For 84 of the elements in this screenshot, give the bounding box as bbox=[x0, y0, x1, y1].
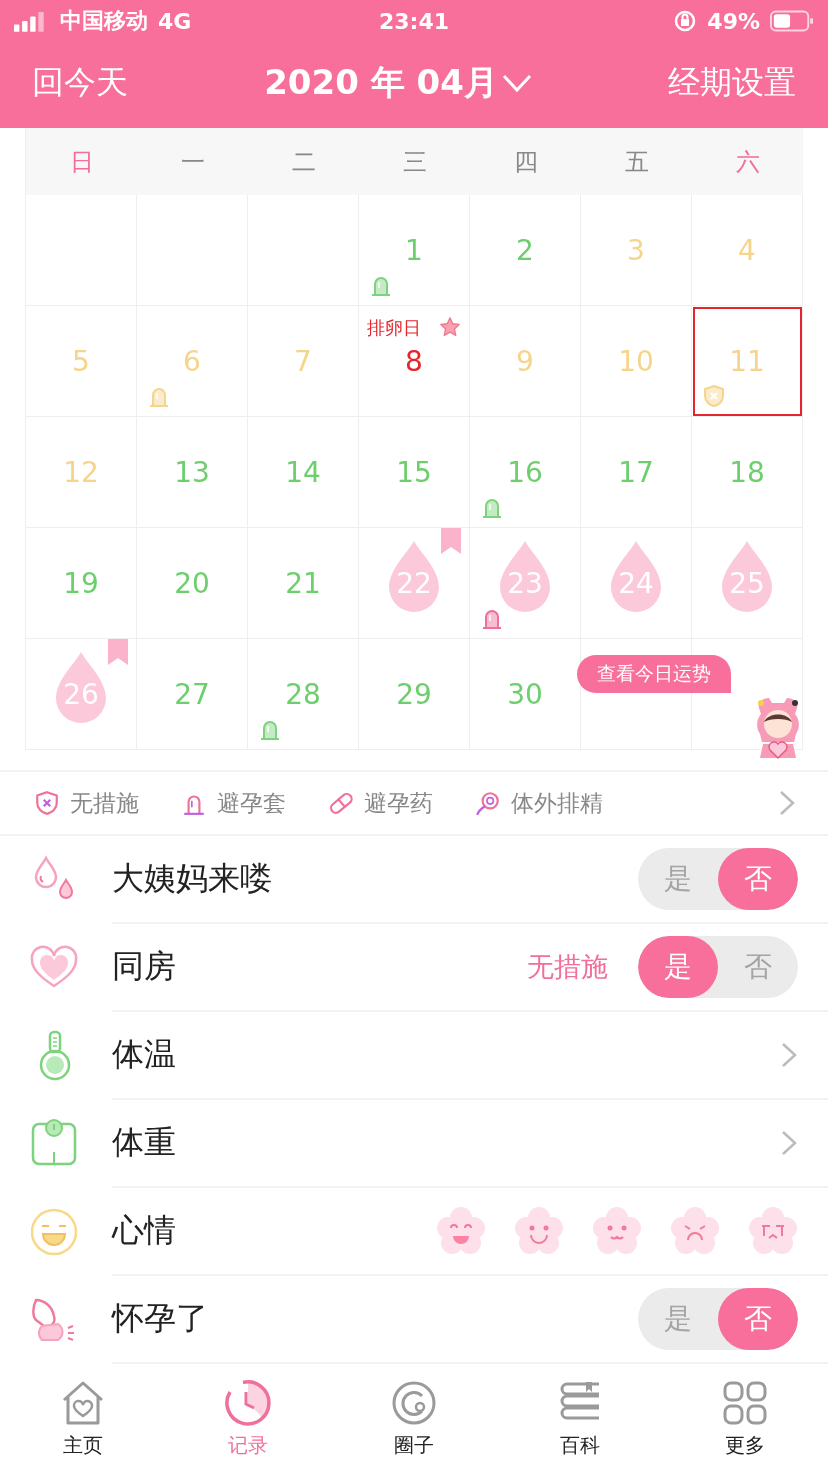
weekday-label: 三 bbox=[401, 146, 428, 178]
star-icon bbox=[439, 316, 461, 338]
legend-label: 体外排精 bbox=[511, 788, 603, 818]
day-number[interactable]: 30 bbox=[507, 677, 543, 711]
record-label: 大姨妈来喽 bbox=[112, 858, 272, 899]
mood-face-icon[interactable] bbox=[748, 1206, 798, 1256]
weekday-label: 日 bbox=[68, 146, 95, 178]
sperm-icon bbox=[475, 790, 501, 816]
day-number[interactable]: 18 bbox=[729, 455, 765, 489]
tab-item[interactable]: 圈子 bbox=[331, 1364, 497, 1472]
day-number[interactable]: 1 bbox=[405, 233, 423, 267]
record-label: 怀孕了 bbox=[112, 1298, 208, 1339]
record-label: 体温 bbox=[112, 1034, 176, 1075]
battery-percent: 49% bbox=[707, 8, 760, 34]
legend-label: 避孕药 bbox=[364, 788, 433, 818]
day-number[interactable]: 12 bbox=[63, 455, 99, 489]
period-settings-link[interactable]: 经期设置 bbox=[668, 61, 796, 105]
day-number[interactable]: 13 bbox=[174, 455, 210, 489]
day-number[interactable]: 3 bbox=[627, 233, 645, 267]
day-number[interactable]: 9 bbox=[516, 344, 534, 378]
day-number[interactable]: 4 bbox=[738, 233, 756, 267]
tab-item[interactable]: 更多 bbox=[662, 1364, 828, 1472]
day-number[interactable]: 21 bbox=[285, 566, 321, 600]
day-number[interactable]: 28 bbox=[285, 677, 321, 711]
today-link[interactable]: 回今天 bbox=[32, 61, 128, 105]
chevron-right-icon[interactable] bbox=[780, 1041, 798, 1069]
yes-no-toggle[interactable]: 是 否 bbox=[638, 936, 798, 998]
battery-icon bbox=[770, 9, 814, 33]
toggle-option[interactable]: 是 bbox=[638, 848, 718, 910]
day-number[interactable]: 27 bbox=[174, 677, 210, 711]
day-number[interactable]: 5 bbox=[72, 344, 90, 378]
carrier-name: 中国移动 bbox=[60, 7, 148, 35]
weekday-label: 四 bbox=[512, 146, 539, 178]
yes-no-toggle[interactable]: 是 否 bbox=[638, 848, 798, 910]
chevron-right-icon[interactable] bbox=[780, 1129, 798, 1157]
network-type: 4G bbox=[158, 8, 192, 34]
month-picker[interactable]: 2020 年 04月 bbox=[264, 60, 532, 106]
clock-icon bbox=[223, 1377, 274, 1428]
day-number[interactable]: 17 bbox=[618, 455, 654, 489]
rotation-lock-icon bbox=[673, 9, 698, 33]
day-number[interactable]: 19 bbox=[63, 566, 99, 600]
toggle-option[interactable]: 是 bbox=[638, 936, 718, 998]
toggle-option[interactable]: 否 bbox=[718, 1288, 798, 1350]
day-number[interactable]: 15 bbox=[396, 455, 432, 489]
yes-no-toggle[interactable]: 是 否 bbox=[638, 1288, 798, 1350]
day-number[interactable]: 14 bbox=[285, 455, 321, 489]
pill-icon bbox=[328, 790, 354, 816]
toggle-option[interactable]: 否 bbox=[718, 936, 798, 998]
day-number[interactable]: 16 bbox=[507, 455, 543, 489]
mood-face-icon[interactable] bbox=[514, 1206, 564, 1256]
toggle-option[interactable]: 否 bbox=[718, 848, 798, 910]
day-number[interactable]: 6 bbox=[183, 344, 201, 378]
weekday-label: 二 bbox=[290, 146, 317, 178]
chevron-down-icon bbox=[501, 73, 532, 93]
status-time: 23:41 bbox=[379, 8, 449, 34]
day-number[interactable]: 8 bbox=[405, 344, 423, 378]
tab-item[interactable]: 记录 bbox=[165, 1364, 332, 1472]
day-number[interactable]: 10 bbox=[618, 344, 654, 378]
record-label: 体重 bbox=[112, 1122, 176, 1163]
day-number[interactable]: 20 bbox=[174, 566, 210, 600]
mood-face-icon[interactable] bbox=[436, 1206, 486, 1256]
selected-day-cell[interactable]: 11 bbox=[692, 306, 803, 417]
day-number[interactable]: 29 bbox=[396, 677, 432, 711]
tab-item[interactable]: 主页 bbox=[0, 1364, 166, 1472]
day-number[interactable]: 7 bbox=[294, 344, 312, 378]
weekday-label: 六 bbox=[734, 146, 761, 178]
legend-label: 避孕套 bbox=[217, 788, 286, 818]
weekday-label: 一 bbox=[179, 146, 206, 178]
record-label: 同房 bbox=[112, 946, 176, 987]
toggle-option[interactable]: 是 bbox=[638, 1288, 718, 1350]
record-label: 心情 bbox=[112, 1210, 176, 1251]
day-number[interactable]: 2 bbox=[516, 233, 534, 267]
ovulation-label: 排卵日 bbox=[367, 316, 421, 340]
mood-face-icon[interactable] bbox=[670, 1206, 720, 1256]
legend-label: 无措施 bbox=[70, 788, 139, 818]
fortune-button[interactable]: 查看今日运势 bbox=[577, 655, 731, 693]
contraception-note: 无措施 bbox=[527, 950, 608, 984]
smiley-icon bbox=[28, 1206, 80, 1258]
mood-face-icon[interactable] bbox=[592, 1206, 642, 1256]
tab-item[interactable]: 百科 bbox=[496, 1364, 663, 1472]
weekday-label: 五 bbox=[623, 146, 650, 178]
chevron-right-icon[interactable] bbox=[778, 789, 796, 817]
day-number[interactable]: 11 bbox=[729, 344, 765, 378]
shield-icon bbox=[34, 790, 60, 816]
